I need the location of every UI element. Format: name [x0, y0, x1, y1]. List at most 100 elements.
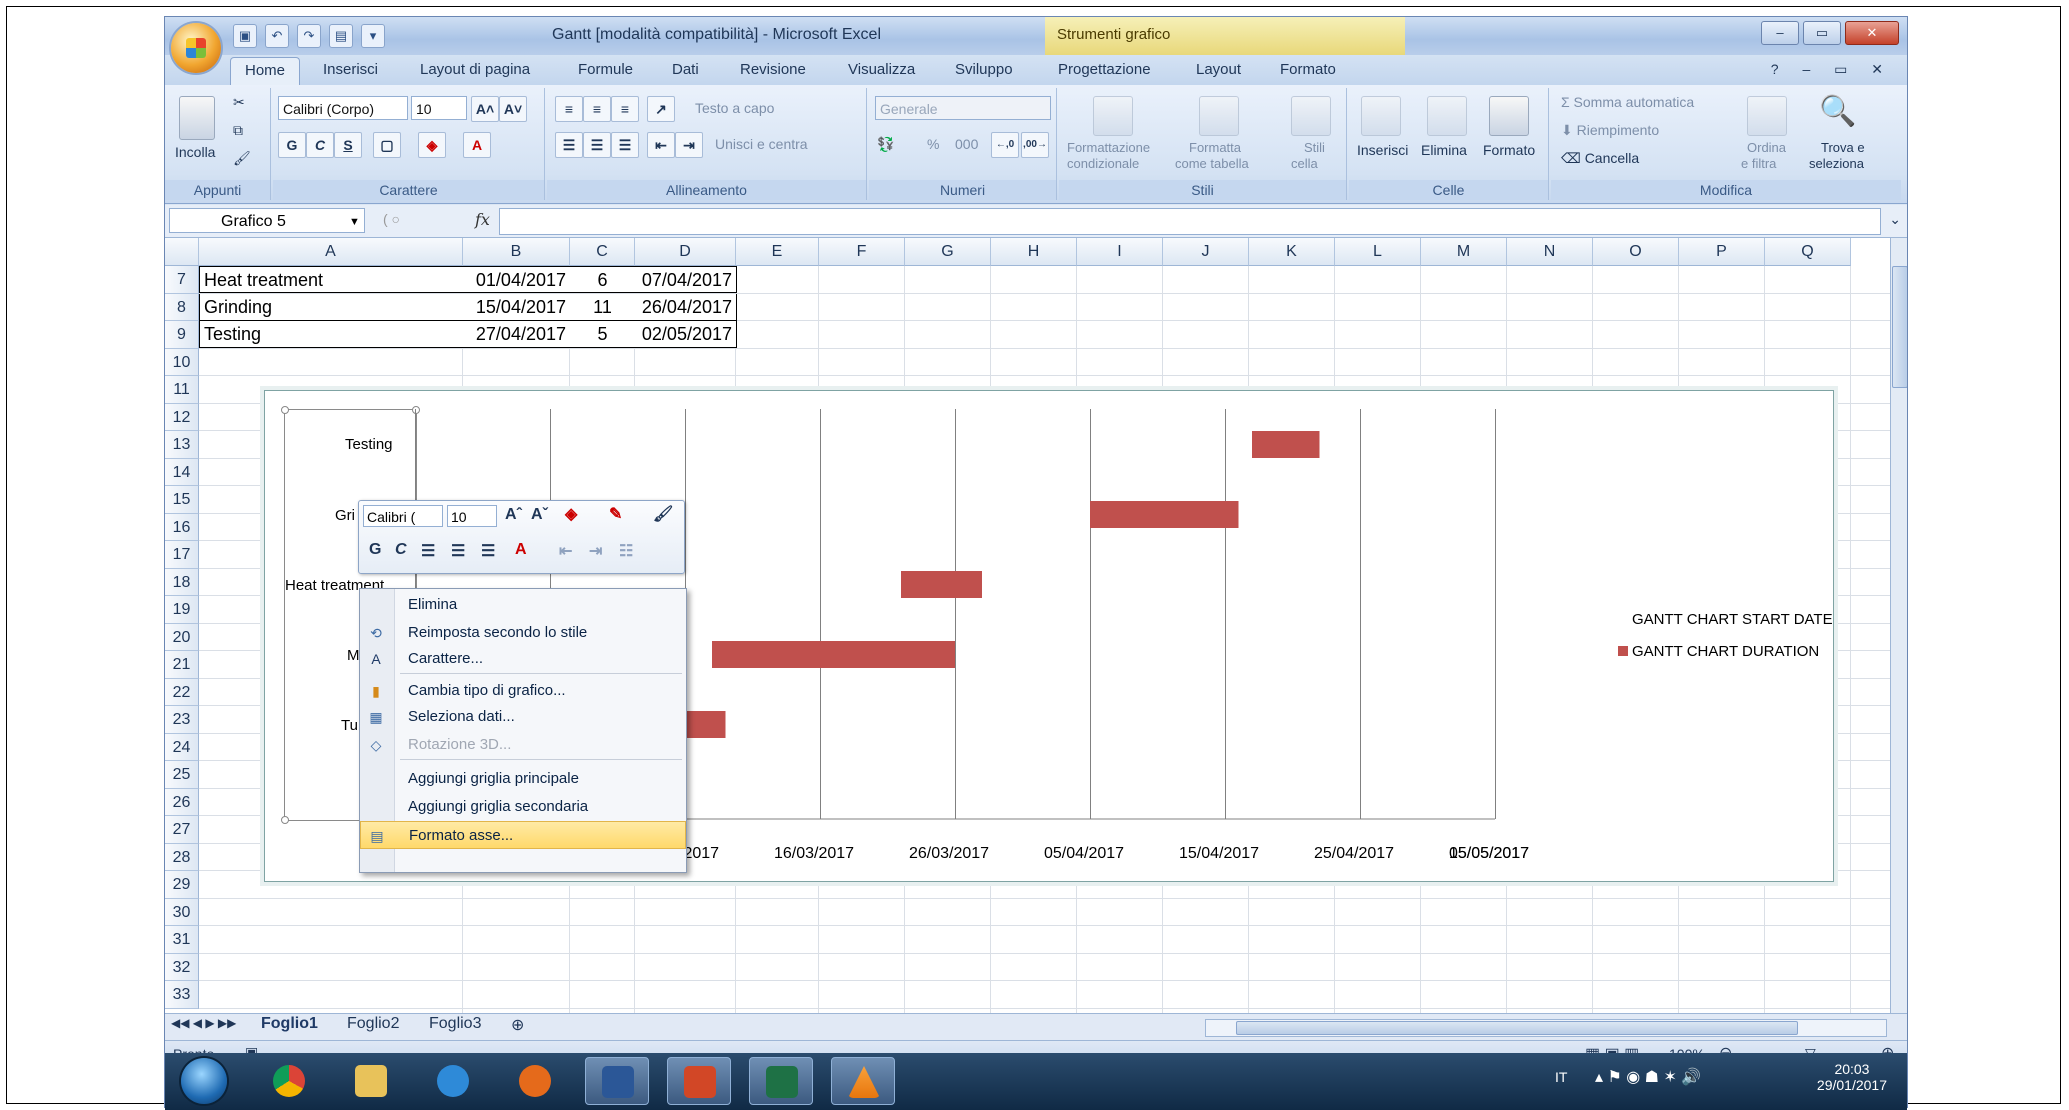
taskbar-language[interactable]: IT: [1555, 1069, 1567, 1085]
increase-decimal-icon[interactable]: ←,0: [991, 132, 1019, 158]
taskbar-media[interactable]: [503, 1057, 567, 1105]
merge-center-button[interactable]: Unisci e centra: [715, 136, 808, 152]
conditional-formatting-icon[interactable]: [1093, 96, 1133, 136]
row-header-30[interactable]: 30: [165, 898, 199, 926]
vertical-scrollbar[interactable]: [1890, 238, 1907, 1013]
column-header-p[interactable]: P: [1679, 238, 1765, 266]
duration-cell[interactable]: 11: [570, 293, 636, 321]
tray-icons[interactable]: ▴ ⚑ ◉ ☗ ✶ 🔊: [1595, 1067, 1701, 1087]
tab-chart-format[interactable]: Formato: [1280, 61, 1336, 78]
sheet-tab-foglio3[interactable]: Foglio3: [429, 1015, 481, 1033]
sheet-tab-foglio2[interactable]: Foglio2: [347, 1015, 399, 1033]
mini-decrease-indent-icon[interactable]: ⇤: [559, 541, 572, 561]
column-header-m[interactable]: M: [1421, 238, 1507, 266]
context-menu-item[interactable]: ▤ Formato asse...: [360, 821, 686, 849]
decrease-indent-icon[interactable]: ⇤: [647, 132, 675, 158]
mini-format-painter-icon[interactable]: 🖌: [653, 504, 673, 524]
format-as-table-button[interactable]: Formatta: [1189, 140, 1241, 155]
row-header-33[interactable]: 33: [165, 981, 199, 1009]
gantt-bar[interactable]: [1252, 431, 1320, 458]
task-name-cell[interactable]: Testing: [199, 321, 464, 348]
column-header-k[interactable]: K: [1249, 238, 1335, 266]
paste-button[interactable]: Incolla: [175, 144, 215, 160]
taskbar-excel[interactable]: [749, 1057, 813, 1105]
task-name-cell[interactable]: Grinding: [199, 293, 464, 321]
column-header-a[interactable]: A: [199, 238, 463, 266]
formula-input[interactable]: [499, 208, 1881, 235]
mini-fill-icon[interactable]: ◈: [565, 504, 577, 524]
format-cells-icon[interactable]: [1489, 96, 1529, 136]
autosum-button[interactable]: Σ Somma automatica: [1561, 94, 1694, 110]
context-menu-item[interactable]: ⟲ Reimposta secondo lo stile: [360, 619, 686, 647]
clear-button[interactable]: ⌫ Cancella: [1561, 150, 1639, 167]
end-date-cell[interactable]: 26/04/2017: [635, 293, 737, 321]
column-header-o[interactable]: O: [1593, 238, 1679, 266]
row-header-19[interactable]: 19: [165, 596, 199, 624]
gantt-bar[interactable]: [1090, 501, 1239, 528]
legend-entry-duration[interactable]: GANTT CHART DURATION: [1618, 643, 1819, 660]
row-header-11[interactable]: 11: [165, 376, 199, 404]
row-header-27[interactable]: 27: [165, 816, 199, 844]
tab-chart-layout[interactable]: Layout: [1196, 61, 1241, 78]
mini-align-right-icon[interactable]: ☰: [481, 541, 495, 561]
insert-cells-button[interactable]: Inserisci: [1357, 142, 1408, 158]
row-header-7[interactable]: 7: [165, 266, 199, 294]
maximize-icon[interactable]: ▭: [1803, 21, 1841, 45]
mini-align-center-icon[interactable]: ☰: [451, 541, 465, 561]
format-as-table-icon[interactable]: [1199, 96, 1239, 136]
mini-shrink-font-icon[interactable]: Aˇ: [531, 506, 548, 524]
column-header-f[interactable]: F: [819, 238, 905, 266]
align-bottom-icon[interactable]: ≡: [611, 96, 639, 122]
font-name-combo[interactable]: Calibri (Corpo): [278, 96, 408, 120]
select-all-corner[interactable]: [165, 238, 199, 266]
row-header-13[interactable]: 13: [165, 431, 199, 459]
row-header-16[interactable]: 16: [165, 513, 199, 541]
name-box[interactable]: Grafico 5: [169, 208, 365, 233]
taskbar-powerpoint[interactable]: [667, 1057, 731, 1105]
row-header-8[interactable]: 8: [165, 293, 199, 321]
gantt-bar[interactable]: [712, 641, 955, 668]
wrap-text-button[interactable]: Testo a capo: [695, 100, 774, 116]
context-menu-item[interactable]: ◇ Rotazione 3D...: [360, 731, 686, 759]
tab-review[interactable]: Revisione: [740, 61, 806, 78]
sort-filter-icon[interactable]: [1747, 96, 1787, 136]
row-header-21[interactable]: 21: [165, 651, 199, 679]
context-menu-item[interactable]: Aggiungi griglia secondaria: [360, 793, 686, 821]
duration-cell[interactable]: 6: [570, 266, 636, 293]
tab-data[interactable]: Dati: [672, 61, 699, 78]
mini-size-combo[interactable]: 10: [447, 505, 497, 527]
ribbon-window-controls[interactable]: ? – ▭ ✕: [1771, 61, 1893, 78]
windows-start-icon[interactable]: [181, 1058, 227, 1104]
align-middle-icon[interactable]: ≡: [583, 96, 611, 122]
border-icon[interactable]: ▢: [373, 132, 401, 158]
sheet-nav-icon[interactable]: ◀◀ ◀ ▶ ▶▶: [171, 1016, 236, 1030]
context-menu-item[interactable]: Aggiungi griglia principale: [360, 765, 686, 793]
tab-developer[interactable]: Sviluppo: [955, 61, 1013, 78]
format-cells-button[interactable]: Formato: [1483, 142, 1535, 158]
row-header-17[interactable]: 17: [165, 541, 199, 569]
worksheet-grid[interactable]: ABCDEFGHIJKLMNOPQ 7 8 9 10 11 12 13 14 15 16 17 18 1…: [165, 238, 1890, 1013]
column-header-c[interactable]: C: [570, 238, 635, 266]
gantt-bar[interactable]: [901, 571, 982, 598]
tab-page-layout[interactable]: Layout di pagina: [420, 61, 530, 78]
italic-button[interactable]: C: [306, 132, 334, 158]
row-header-10[interactable]: 10: [165, 348, 199, 376]
row-header-18[interactable]: 18: [165, 568, 199, 596]
mini-bold-button[interactable]: G: [369, 541, 381, 559]
column-header-g[interactable]: G: [905, 238, 991, 266]
increase-indent-icon[interactable]: ⇥: [675, 132, 703, 158]
orientation-icon[interactable]: ↗: [647, 96, 675, 122]
row-header-29[interactable]: 29: [165, 871, 199, 899]
context-menu-item[interactable]: Elimina: [360, 591, 686, 619]
name-box-dropdown-icon[interactable]: ▼: [349, 216, 360, 228]
tab-insert[interactable]: Inserisci: [323, 61, 378, 78]
shrink-font-icon[interactable]: A˅: [499, 96, 527, 122]
underline-button[interactable]: S: [334, 132, 362, 158]
delete-cells-button[interactable]: Elimina: [1421, 142, 1467, 158]
font-size-combo[interactable]: 10: [411, 96, 467, 120]
taskbar-vlc[interactable]: [831, 1057, 895, 1105]
task-name-cell[interactable]: Heat treatment: [199, 266, 464, 293]
taskbar-explorer[interactable]: [339, 1057, 403, 1105]
fill-color-icon[interactable]: ◈: [418, 132, 446, 158]
number-format-combo[interactable]: Generale: [875, 96, 1051, 120]
